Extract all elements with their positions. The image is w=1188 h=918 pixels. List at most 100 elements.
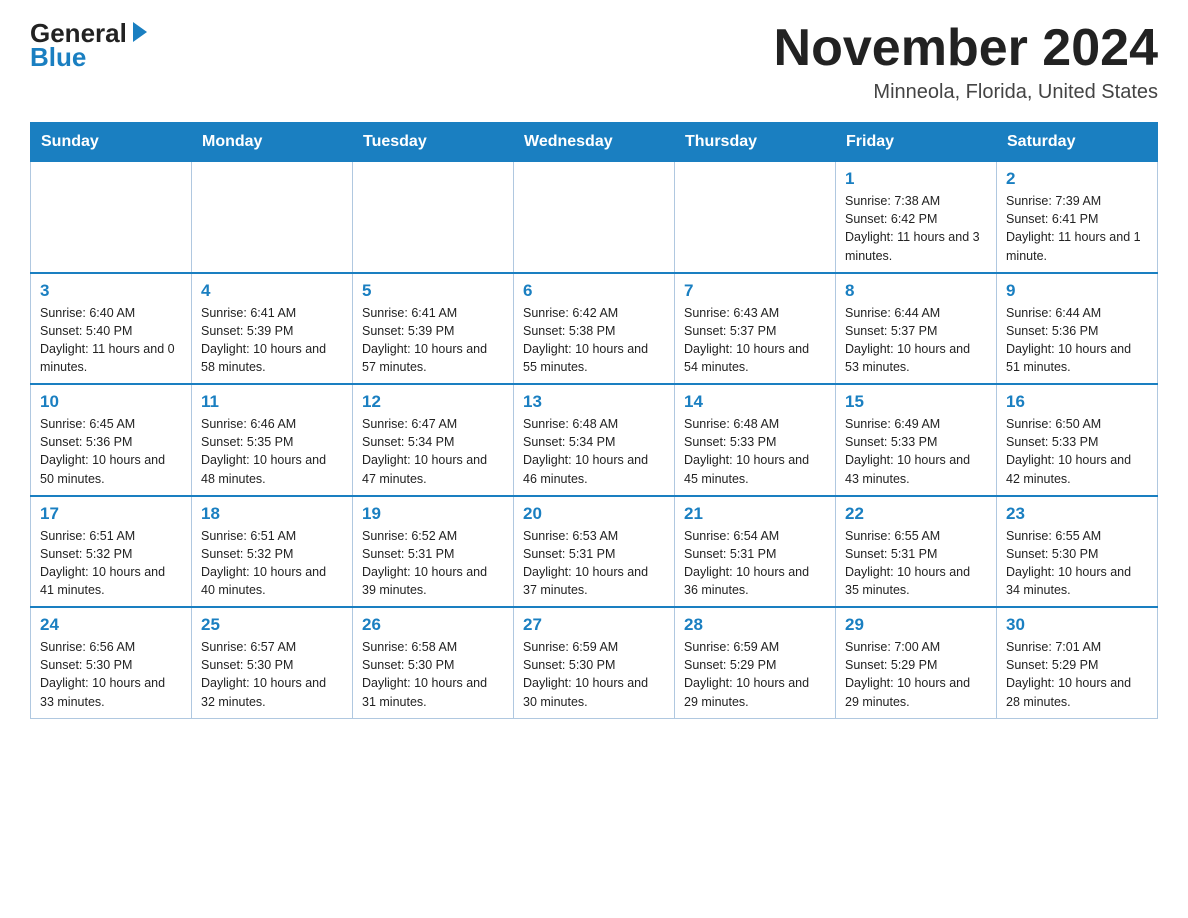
calendar-title: November 2024 [774, 20, 1158, 77]
day-number: 15 [845, 392, 987, 412]
calendar-cell: 8 Sunrise: 6:44 AM Sunset: 5:37 PM Daylig… [836, 273, 997, 385]
day-info: Sunrise: 7:38 AM Sunset: 6:42 PM Dayligh… [845, 192, 987, 265]
day-info: Sunrise: 6:54 AM Sunset: 5:31 PM Dayligh… [684, 527, 826, 600]
day-info: Sunrise: 6:41 AM Sunset: 5:39 PM Dayligh… [201, 304, 343, 377]
day-of-week-header: Friday [836, 123, 997, 162]
day-info: Sunrise: 6:59 AM Sunset: 5:30 PM Dayligh… [523, 638, 665, 711]
calendar-cell: 21 Sunrise: 6:54 AM Sunset: 5:31 PM Dayli… [675, 496, 836, 608]
day-of-week-header: Monday [192, 123, 353, 162]
day-info: Sunrise: 6:45 AM Sunset: 5:36 PM Dayligh… [40, 415, 182, 488]
calendar-cell: 6 Sunrise: 6:42 AM Sunset: 5:38 PM Daylig… [514, 273, 675, 385]
day-number: 13 [523, 392, 665, 412]
calendar-cell: 14 Sunrise: 6:48 AM Sunset: 5:33 PM Dayli… [675, 384, 836, 496]
calendar-cell [31, 162, 192, 273]
calendar-week-row: 1 Sunrise: 7:38 AM Sunset: 6:42 PM Daylig… [31, 162, 1158, 273]
calendar-cell: 27 Sunrise: 6:59 AM Sunset: 5:30 PM Dayli… [514, 607, 675, 718]
day-number: 17 [40, 504, 182, 524]
day-number: 4 [201, 281, 343, 301]
calendar-cell: 22Sunrise: 6:55 AM Sunset: 5:31 PM Dayli… [836, 496, 997, 608]
day-info: Sunrise: 7:01 AM Sunset: 5:29 PM Dayligh… [1006, 638, 1148, 711]
calendar-cell: 10 Sunrise: 6:45 AM Sunset: 5:36 PM Dayli… [31, 384, 192, 496]
day-info: Sunrise: 6:44 AM Sunset: 5:37 PM Dayligh… [845, 304, 987, 377]
day-info: Sunrise: 6:40 AM Sunset: 5:40 PM Dayligh… [40, 304, 182, 377]
title-block: November 2024 Minneola, Florida, United … [774, 20, 1158, 104]
calendar-cell: 29 Sunrise: 7:00 AM Sunset: 5:29 PM Dayli… [836, 607, 997, 718]
day-info: Sunrise: 6:55 AM Sunset: 5:30 PM Dayligh… [1006, 527, 1148, 600]
logo: General Blue [30, 20, 147, 73]
day-info: Sunrise: 6:56 AM Sunset: 5:30 PM Dayligh… [40, 638, 182, 711]
day-of-week-header: Saturday [997, 123, 1158, 162]
logo-blue-text: Blue [30, 42, 86, 73]
day-info: Sunrise: 6:50 AM Sunset: 5:33 PM Dayligh… [1006, 415, 1148, 488]
calendar-cell: 18 Sunrise: 6:51 AM Sunset: 5:32 PM Dayli… [192, 496, 353, 608]
day-number: 23 [1006, 504, 1148, 524]
day-number: 3 [40, 281, 182, 301]
day-number: 25 [201, 615, 343, 635]
day-info: Sunrise: 6:49 AM Sunset: 5:33 PM Dayligh… [845, 415, 987, 488]
day-number: 16 [1006, 392, 1148, 412]
day-of-week-header: Thursday [675, 123, 836, 162]
day-number: 1 [845, 169, 987, 189]
day-info: Sunrise: 6:48 AM Sunset: 5:34 PM Dayligh… [523, 415, 665, 488]
calendar-week-row: 24 Sunrise: 6:56 AM Sunset: 5:30 PM Dayli… [31, 607, 1158, 718]
calendar-cell: 25 Sunrise: 6:57 AM Sunset: 5:30 PM Dayli… [192, 607, 353, 718]
calendar-cell: 13 Sunrise: 6:48 AM Sunset: 5:34 PM Dayli… [514, 384, 675, 496]
calendar-cell: 3 Sunrise: 6:40 AM Sunset: 5:40 PM Daylig… [31, 273, 192, 385]
calendar-cell: 1 Sunrise: 7:38 AM Sunset: 6:42 PM Daylig… [836, 162, 997, 273]
calendar-cell: 4 Sunrise: 6:41 AM Sunset: 5:39 PM Daylig… [192, 273, 353, 385]
calendar-cell: 7 Sunrise: 6:43 AM Sunset: 5:37 PM Daylig… [675, 273, 836, 385]
calendar-table: SundayMondayTuesdayWednesdayThursdayFrid… [30, 122, 1158, 719]
day-info: Sunrise: 6:42 AM Sunset: 5:38 PM Dayligh… [523, 304, 665, 377]
day-info: Sunrise: 6:46 AM Sunset: 5:35 PM Dayligh… [201, 415, 343, 488]
day-number: 27 [523, 615, 665, 635]
calendar-cell: 16 Sunrise: 6:50 AM Sunset: 5:33 PM Dayli… [997, 384, 1158, 496]
calendar-week-row: 10 Sunrise: 6:45 AM Sunset: 5:36 PM Dayli… [31, 384, 1158, 496]
day-info: Sunrise: 6:53 AM Sunset: 5:31 PM Dayligh… [523, 527, 665, 600]
calendar-cell [675, 162, 836, 273]
day-number: 8 [845, 281, 987, 301]
calendar-cell: 19 Sunrise: 6:52 AM Sunset: 5:31 PM Dayli… [353, 496, 514, 608]
calendar-week-row: 3 Sunrise: 6:40 AM Sunset: 5:40 PM Daylig… [31, 273, 1158, 385]
day-number: 6 [523, 281, 665, 301]
day-info: Sunrise: 6:58 AM Sunset: 5:30 PM Dayligh… [362, 638, 504, 711]
day-number: 29 [845, 615, 987, 635]
day-number: 24 [40, 615, 182, 635]
day-number: 28 [684, 615, 826, 635]
day-number: 12 [362, 392, 504, 412]
day-info: Sunrise: 6:51 AM Sunset: 5:32 PM Dayligh… [40, 527, 182, 600]
day-number: 14 [684, 392, 826, 412]
calendar-cell: 26 Sunrise: 6:58 AM Sunset: 5:30 PM Dayli… [353, 607, 514, 718]
calendar-cell: 24 Sunrise: 6:56 AM Sunset: 5:30 PM Dayli… [31, 607, 192, 718]
day-info: Sunrise: 6:51 AM Sunset: 5:32 PM Dayligh… [201, 527, 343, 600]
day-number: 30 [1006, 615, 1148, 635]
day-number: 26 [362, 615, 504, 635]
calendar-subtitle: Minneola, Florida, United States [774, 81, 1158, 104]
day-info: Sunrise: 6:41 AM Sunset: 5:39 PM Dayligh… [362, 304, 504, 377]
day-info: Sunrise: 6:57 AM Sunset: 5:30 PM Dayligh… [201, 638, 343, 711]
day-info: Sunrise: 6:43 AM Sunset: 5:37 PM Dayligh… [684, 304, 826, 377]
day-info: Sunrise: 7:39 AM Sunset: 6:41 PM Dayligh… [1006, 192, 1148, 265]
calendar-cell: 30 Sunrise: 7:01 AM Sunset: 5:29 PM Dayli… [997, 607, 1158, 718]
day-number: 10 [40, 392, 182, 412]
calendar-cell: 2Sunrise: 7:39 AM Sunset: 6:41 PM Daylig… [997, 162, 1158, 273]
calendar-cell: 12Sunrise: 6:47 AM Sunset: 5:34 PM Dayli… [353, 384, 514, 496]
calendar-cell [514, 162, 675, 273]
calendar-cell: 20Sunrise: 6:53 AM Sunset: 5:31 PM Dayli… [514, 496, 675, 608]
day-number: 22 [845, 504, 987, 524]
calendar-week-row: 17 Sunrise: 6:51 AM Sunset: 5:32 PM Dayli… [31, 496, 1158, 608]
day-number: 7 [684, 281, 826, 301]
day-info: Sunrise: 6:48 AM Sunset: 5:33 PM Dayligh… [684, 415, 826, 488]
day-info: Sunrise: 6:52 AM Sunset: 5:31 PM Dayligh… [362, 527, 504, 600]
logo-arrow-icon [133, 22, 147, 42]
calendar-cell: 28Sunrise: 6:59 AM Sunset: 5:29 PM Dayli… [675, 607, 836, 718]
calendar-cell [192, 162, 353, 273]
calendar-cell: 9 Sunrise: 6:44 AM Sunset: 5:36 PM Daylig… [997, 273, 1158, 385]
day-of-week-header: Wednesday [514, 123, 675, 162]
day-number: 9 [1006, 281, 1148, 301]
day-number: 18 [201, 504, 343, 524]
day-info: Sunrise: 7:00 AM Sunset: 5:29 PM Dayligh… [845, 638, 987, 711]
day-number: 19 [362, 504, 504, 524]
day-number: 21 [684, 504, 826, 524]
calendar-cell: 17 Sunrise: 6:51 AM Sunset: 5:32 PM Dayli… [31, 496, 192, 608]
day-info: Sunrise: 6:44 AM Sunset: 5:36 PM Dayligh… [1006, 304, 1148, 377]
